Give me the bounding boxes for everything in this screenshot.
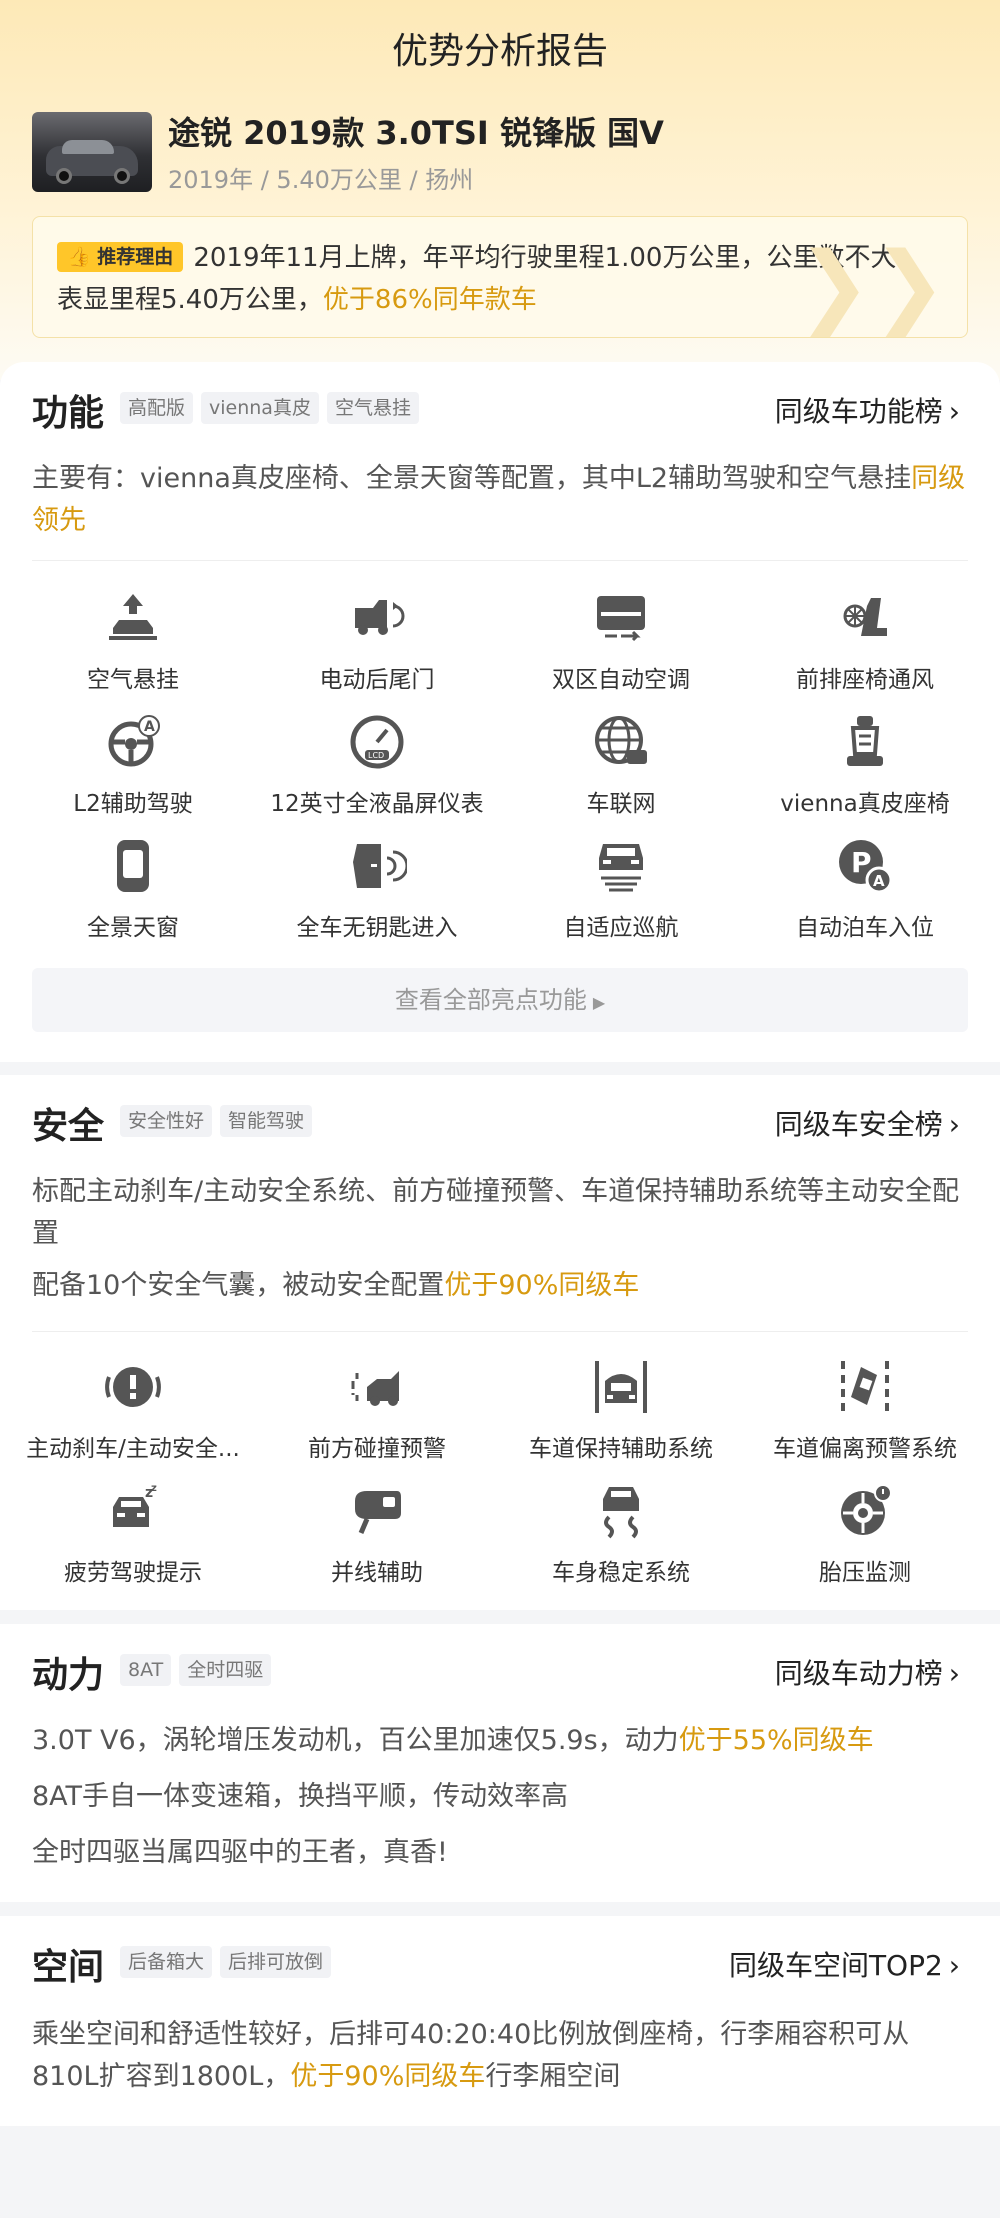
blind-spot-icon bbox=[355, 1491, 401, 1534]
recommend-reason-card: 👍 推荐理由 2019年11月上牌，年平均行驶里程1.00万公里，公里数不大，表显… bbox=[32, 216, 968, 338]
air-suspension-icon bbox=[109, 594, 157, 640]
feature-item[interactable]: 电动后尾门 bbox=[252, 588, 502, 694]
fatigue-alert-icon: zz bbox=[113, 1483, 157, 1527]
feature-item[interactable]: 前方碰撞预警 bbox=[252, 1357, 502, 1463]
function-rank-link[interactable]: 同级车功能榜 › bbox=[775, 390, 960, 430]
tag: 后备箱大 bbox=[120, 1946, 213, 1978]
feature-item[interactable]: 前排座椅通风 bbox=[740, 588, 990, 694]
feature-item[interactable]: 车联网 bbox=[496, 712, 746, 818]
chevron-right-icon: › bbox=[948, 1657, 960, 1690]
power-tags: 8AT 全时四驱 bbox=[120, 1654, 279, 1686]
feature-item[interactable]: PA 自动泊车入位 bbox=[740, 836, 990, 942]
function-title: 功能 bbox=[32, 393, 105, 434]
recommend-reason-badge: 👍 推荐理由 bbox=[57, 242, 184, 272]
svg-text:A: A bbox=[144, 719, 155, 735]
feature-item[interactable]: zz 疲劳驾驶提示 bbox=[8, 1481, 258, 1587]
power-title: 动力 bbox=[32, 1655, 105, 1696]
triangle-right-icon: ▶ bbox=[592, 993, 606, 1012]
svg-text:LCD: LCD bbox=[368, 751, 384, 760]
feature-item[interactable]: vienna真皮座椅 bbox=[740, 712, 990, 818]
quote-decoration-icon: ❯❯ bbox=[796, 233, 947, 338]
tag: 全时四驱 bbox=[179, 1654, 272, 1686]
power-drive-description: 全时四驱当属四驱中的王者，真香! bbox=[32, 1837, 448, 1868]
feature-item[interactable]: 全景天窗 bbox=[8, 836, 258, 942]
feature-item[interactable]: 胎压监测 bbox=[740, 1481, 990, 1587]
lcd-instrument-icon: LCD bbox=[350, 715, 404, 769]
divider bbox=[32, 560, 968, 561]
tag: 8AT bbox=[120, 1654, 172, 1686]
lane-departure-icon bbox=[841, 1361, 889, 1411]
svg-text:A: A bbox=[873, 872, 885, 890]
dual-zone-ac-icon bbox=[597, 596, 645, 642]
feature-item[interactable]: 全车无钥匙进入 bbox=[252, 836, 502, 942]
tire-pressure-icon bbox=[841, 1484, 892, 1535]
feature-item[interactable]: 车道偏离预警系统 bbox=[740, 1357, 990, 1463]
stability-control-icon bbox=[603, 1487, 639, 1539]
space-title: 空间 bbox=[32, 1947, 105, 1988]
tag: 空气悬挂 bbox=[326, 392, 419, 424]
feature-item[interactable]: 双区自动空调 bbox=[496, 588, 746, 694]
keyless-entry-icon bbox=[353, 844, 407, 888]
recommend-reason-highlight: 优于86%同年款车 bbox=[322, 285, 537, 315]
tag: 高配版 bbox=[120, 392, 194, 424]
car-meta: 2019年 / 5.40万公里 / 扬州 bbox=[168, 166, 474, 194]
tag: 安全性好 bbox=[120, 1105, 213, 1137]
panoramic-sunroof-icon bbox=[117, 840, 149, 892]
feature-item[interactable]: 空气悬挂 bbox=[8, 588, 258, 694]
feature-item[interactable]: 车道保持辅助系统 bbox=[496, 1357, 746, 1463]
power-engine-description: 3.0T V6，涡轮增压发动机，百公里加速仅5.9s，动力优于55%同级车 bbox=[32, 1725, 874, 1756]
feature-item[interactable]: 并线辅助 bbox=[252, 1481, 502, 1587]
power-gearbox-description: 8AT手自一体变速箱，换挡平顺，传动效率高 bbox=[32, 1781, 569, 1812]
power-rank-link[interactable]: 同级车动力榜 › bbox=[775, 1652, 960, 1692]
feature-item[interactable]: 车身稳定系统 bbox=[496, 1481, 746, 1587]
safety-title: 安全 bbox=[32, 1106, 105, 1147]
safety-tags: 安全性好 智能驾驶 bbox=[120, 1105, 320, 1137]
feature-item[interactable]: 主动刹车/主动安全... bbox=[8, 1357, 258, 1463]
function-section: 功能 高配版 vienna真皮 空气悬挂 同级车功能榜 › 主要有：vienna真皮座… bbox=[0, 362, 1000, 1062]
space-rank-link[interactable]: 同级车空间TOP2 › bbox=[729, 1944, 960, 1984]
tag: 智能驾驶 bbox=[220, 1105, 313, 1137]
l2-assist-driving-icon: A bbox=[108, 715, 160, 767]
space-description: 乘坐空间和舒适性较好，后排可40:20:40比例放倒座椅，行李厢容积可从810L… bbox=[32, 2019, 910, 2092]
leather-seat-icon bbox=[847, 716, 883, 766]
hero-header: 优势分析报告 途锐 2019款 3.0TSI 锐锋版 国V 2019年 / 5.… bbox=[0, 0, 1000, 380]
connected-car-icon bbox=[595, 716, 647, 764]
active-brake-icon bbox=[105, 1367, 161, 1407]
auto-parking-icon: PA bbox=[839, 840, 893, 894]
safety-rank-link[interactable]: 同级车安全榜 › bbox=[775, 1103, 960, 1143]
car-name: 途锐 2019款 3.0TSI 锐锋版 国V bbox=[168, 114, 664, 152]
feature-item[interactable]: 自适应巡航 bbox=[496, 836, 746, 942]
feature-item[interactable]: A L2辅助驾驶 bbox=[8, 712, 258, 818]
chevron-right-icon: › bbox=[948, 1949, 960, 1982]
power-tailgate-icon bbox=[355, 600, 405, 635]
seat-ventilation-icon bbox=[843, 598, 887, 636]
function-description: 主要有：vienna真皮座椅、全景天窗等配置，其中L2辅助驾驶和空气悬挂同级领先 bbox=[32, 463, 966, 536]
safety-active-description: 标配主动刹车/主动安全系统、前方碰撞预警、车道保持辅助系统等主动安全配置 bbox=[32, 1176, 960, 1249]
thumbs-up-icon: 👍 bbox=[67, 246, 91, 268]
svg-text:z: z bbox=[151, 1483, 157, 1494]
tag: vienna真皮 bbox=[201, 392, 319, 424]
adaptive-cruise-icon bbox=[599, 844, 643, 892]
chevron-right-icon: › bbox=[948, 395, 960, 428]
lane-keep-icon bbox=[595, 1361, 647, 1413]
divider bbox=[32, 1331, 968, 1332]
function-tags: 高配版 vienna真皮 空气悬挂 bbox=[120, 392, 427, 424]
view-all-features-button[interactable]: 查看全部亮点功能 ▶ bbox=[32, 968, 968, 1032]
power-section: 动力 8AT 全时四驱 同级车动力榜 › 3.0T V6，涡轮增压发动机，百公里加速… bbox=[0, 1624, 1000, 1902]
page-title: 优势分析报告 bbox=[391, 31, 608, 72]
chevron-right-icon: › bbox=[948, 1108, 960, 1141]
space-section: 空间 后备箱大 后排可放倒 同级车空间TOP2 › 乘坐空间和舒适性较好，后排可40… bbox=[0, 1916, 1000, 2126]
feature-item[interactable]: LCD 12英寸全液晶屏仪表 bbox=[252, 712, 502, 818]
tag: 后排可放倒 bbox=[220, 1946, 332, 1978]
safety-passive-description: 配备10个安全气囊，被动安全配置优于90%同级车 bbox=[32, 1270, 640, 1301]
space-tags: 后备箱大 后排可放倒 bbox=[120, 1946, 339, 1978]
car-thumbnail[interactable] bbox=[32, 112, 152, 192]
collision-warning-icon bbox=[351, 1371, 399, 1406]
safety-section: 安全 安全性好 智能驾驶 同级车安全榜 › 标配主动刹车/主动安全系统、前方碰撞预警… bbox=[0, 1075, 1000, 1610]
